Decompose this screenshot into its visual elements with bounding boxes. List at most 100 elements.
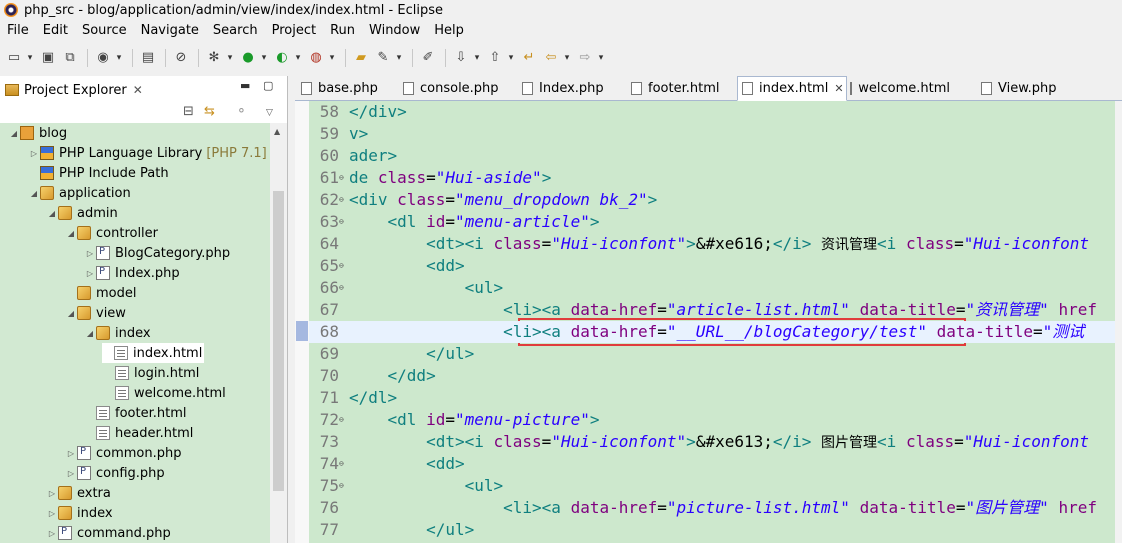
tree-item[interactable]: ▷ common.php bbox=[65, 443, 182, 463]
editor-tab[interactable]: View.php bbox=[981, 76, 1081, 100]
next-annotation-dropdown-icon[interactable]: ▾ bbox=[473, 48, 481, 68]
tree-item[interactable]: footer.html bbox=[84, 403, 186, 423]
tools-dropdown-icon[interactable]: ▾ bbox=[395, 48, 403, 68]
code-line[interactable]: 59 v> bbox=[309, 123, 1122, 145]
minimize-icon[interactable]: ▬ bbox=[240, 79, 250, 92]
tree-item[interactable]: PHP Include Path bbox=[28, 163, 169, 183]
fold-icon[interactable]: ⊖ bbox=[339, 167, 349, 189]
fold-icon[interactable]: ⊖ bbox=[339, 409, 349, 431]
editor-tab[interactable]: Index.php bbox=[522, 76, 622, 100]
tree-item[interactable]: ▷ Index.php bbox=[84, 263, 180, 283]
link-with-editor-icon[interactable]: ⇆ bbox=[204, 104, 215, 119]
tree-item[interactable]: ◢ application bbox=[28, 183, 131, 203]
profile-dropdown-icon[interactable]: ▾ bbox=[115, 48, 123, 68]
code-line[interactable]: 63⊖ <dl id="menu-article"> bbox=[309, 211, 1122, 233]
new-dropdown-icon[interactable]: ▾ bbox=[26, 48, 34, 68]
tree-item[interactable]: ▷ PHP Language Library [PHP 7.1] bbox=[28, 143, 267, 163]
code-line[interactable]: 68 <li><a data-href="__URL__/blogCategor… bbox=[309, 321, 1122, 343]
code-line[interactable]: 69 </ul> bbox=[309, 343, 1122, 365]
tree-item[interactable]: index.html bbox=[102, 343, 205, 363]
view-menu-icon[interactable]: ▽ bbox=[266, 108, 273, 118]
code-line[interactable]: 65⊖ <dd> bbox=[309, 255, 1122, 277]
tree-item[interactable]: ◢ view bbox=[65, 303, 126, 323]
menu-source[interactable]: Source bbox=[75, 23, 134, 38]
prev-annotation-icon[interactable]: ⇧ bbox=[485, 48, 505, 68]
code-line[interactable]: 60 ader> bbox=[309, 145, 1122, 167]
tree-item[interactable]: ◢ controller bbox=[65, 223, 158, 243]
tree-item[interactable]: model bbox=[65, 283, 136, 303]
code-line[interactable]: 67 <li><a data-href="article-list.html" … bbox=[309, 299, 1122, 321]
project-explorer-tab[interactable]: Project Explorer ✕ bbox=[0, 76, 150, 102]
code-line[interactable]: 74⊖ <dd> bbox=[309, 453, 1122, 475]
open-folder-icon[interactable]: ▰ bbox=[351, 48, 371, 68]
tree-item[interactable]: ▷ extra bbox=[46, 483, 111, 503]
menu-run[interactable]: Run bbox=[323, 23, 362, 38]
console-icon[interactable]: ▤ bbox=[138, 48, 158, 68]
collapse-icon[interactable]: ◢ bbox=[84, 329, 96, 338]
tree-item[interactable]: header.html bbox=[84, 423, 193, 443]
tree-item[interactable]: login.html bbox=[103, 363, 199, 383]
expand-icon[interactable]: ▷ bbox=[65, 469, 77, 478]
code-line[interactable]: 71 </dl> bbox=[309, 387, 1122, 409]
forward-icon[interactable]: ⇨ bbox=[575, 48, 595, 68]
skip-breakpoints-icon[interactable]: ⊘ bbox=[171, 48, 191, 68]
collapse-all-icon[interactable]: ⊟ bbox=[183, 104, 194, 119]
code-line[interactable]: 76 <li><a data-href="picture-list.html" … bbox=[309, 497, 1122, 519]
menu-edit[interactable]: Edit bbox=[36, 23, 75, 38]
last-edit-icon[interactable]: ↵ bbox=[519, 48, 539, 68]
expand-icon[interactable]: ▷ bbox=[28, 149, 40, 158]
debug-dropdown-icon[interactable]: ▾ bbox=[226, 48, 234, 68]
menu-window[interactable]: Window bbox=[362, 23, 427, 38]
tree-item[interactable]: ▷ BlogCategory.php bbox=[84, 243, 230, 263]
menu-navigate[interactable]: Navigate bbox=[134, 23, 206, 38]
expand-icon[interactable]: ▷ bbox=[84, 269, 96, 278]
code-line[interactable]: 66⊖ <ul> bbox=[309, 277, 1122, 299]
code-line[interactable]: 77 </ul> bbox=[309, 519, 1122, 541]
menu-project[interactable]: Project bbox=[265, 23, 323, 38]
profile-run-dropdown-icon[interactable]: ▾ bbox=[328, 48, 336, 68]
focus-icon[interactable]: ⚬ bbox=[236, 104, 247, 119]
collapse-icon[interactable]: ◢ bbox=[46, 209, 58, 218]
tree-item[interactable]: ▷ command.php bbox=[46, 523, 171, 543]
menu-search[interactable]: Search bbox=[206, 23, 265, 38]
collapse-icon[interactable]: ◢ bbox=[65, 229, 77, 238]
tools-icon[interactable]: ✎ bbox=[373, 48, 393, 68]
code-line[interactable]: 64 <dt><i class="Hui-iconfont">&#xe616;<… bbox=[309, 233, 1122, 255]
save-all-icon[interactable]: ⧉ bbox=[60, 48, 80, 68]
collapse-icon[interactable]: ◢ bbox=[28, 189, 40, 198]
editor-scrollbar[interactable] bbox=[1115, 101, 1122, 543]
code-line[interactable]: 73 <dt><i class="Hui-iconfont">&#xe613;<… bbox=[309, 431, 1122, 453]
run-dropdown-icon[interactable]: ▾ bbox=[260, 48, 268, 68]
code-line[interactable]: 62⊖ <div class="menu_dropdown bk_2"> bbox=[309, 189, 1122, 211]
run-external-icon[interactable]: ◐ bbox=[272, 48, 292, 68]
scroll-thumb[interactable] bbox=[273, 191, 284, 491]
code-line[interactable]: 70 </dd> bbox=[309, 365, 1122, 387]
prev-annotation-dropdown-icon[interactable]: ▾ bbox=[507, 48, 515, 68]
expand-icon[interactable]: ▷ bbox=[46, 529, 58, 538]
expand-icon[interactable]: ▷ bbox=[46, 489, 58, 498]
back-icon[interactable]: ⇦ bbox=[541, 48, 561, 68]
code-line[interactable]: 72⊖ <dl id="menu-picture"> bbox=[309, 409, 1122, 431]
expand-icon[interactable]: ▷ bbox=[84, 249, 96, 258]
run-icon[interactable]: ● bbox=[238, 48, 258, 68]
editor-tab[interactable]: console.php bbox=[403, 76, 503, 100]
external-dropdown-icon[interactable]: ▾ bbox=[294, 48, 302, 68]
collapse-icon[interactable]: ◢ bbox=[8, 129, 20, 138]
fold-icon[interactable]: ⊖ bbox=[339, 277, 349, 299]
profile-icon[interactable]: ◉ bbox=[93, 48, 113, 68]
maximize-icon[interactable]: ▢ bbox=[263, 79, 273, 92]
menu-help[interactable]: Help bbox=[427, 23, 471, 38]
expand-icon[interactable]: ▷ bbox=[65, 449, 77, 458]
editor-tab[interactable]: base.php bbox=[301, 76, 401, 100]
pen-icon[interactable]: ✐ bbox=[418, 48, 438, 68]
tree-item[interactable]: ◢ index bbox=[84, 323, 151, 343]
scroll-up-icon[interactable]: ▲ bbox=[274, 127, 280, 136]
fold-icon[interactable]: ⊖ bbox=[339, 211, 349, 233]
tree-item[interactable]: welcome.html bbox=[103, 383, 226, 403]
tree-item[interactable]: ◢ blog bbox=[8, 123, 67, 143]
back-dropdown-icon[interactable]: ▾ bbox=[563, 48, 571, 68]
profile-run-icon[interactable]: ◍ bbox=[306, 48, 326, 68]
editor-tab[interactable]: index.html ✕ bbox=[737, 76, 847, 101]
fold-icon[interactable]: ⊖ bbox=[339, 189, 349, 211]
expand-icon[interactable]: ▷ bbox=[46, 509, 58, 518]
